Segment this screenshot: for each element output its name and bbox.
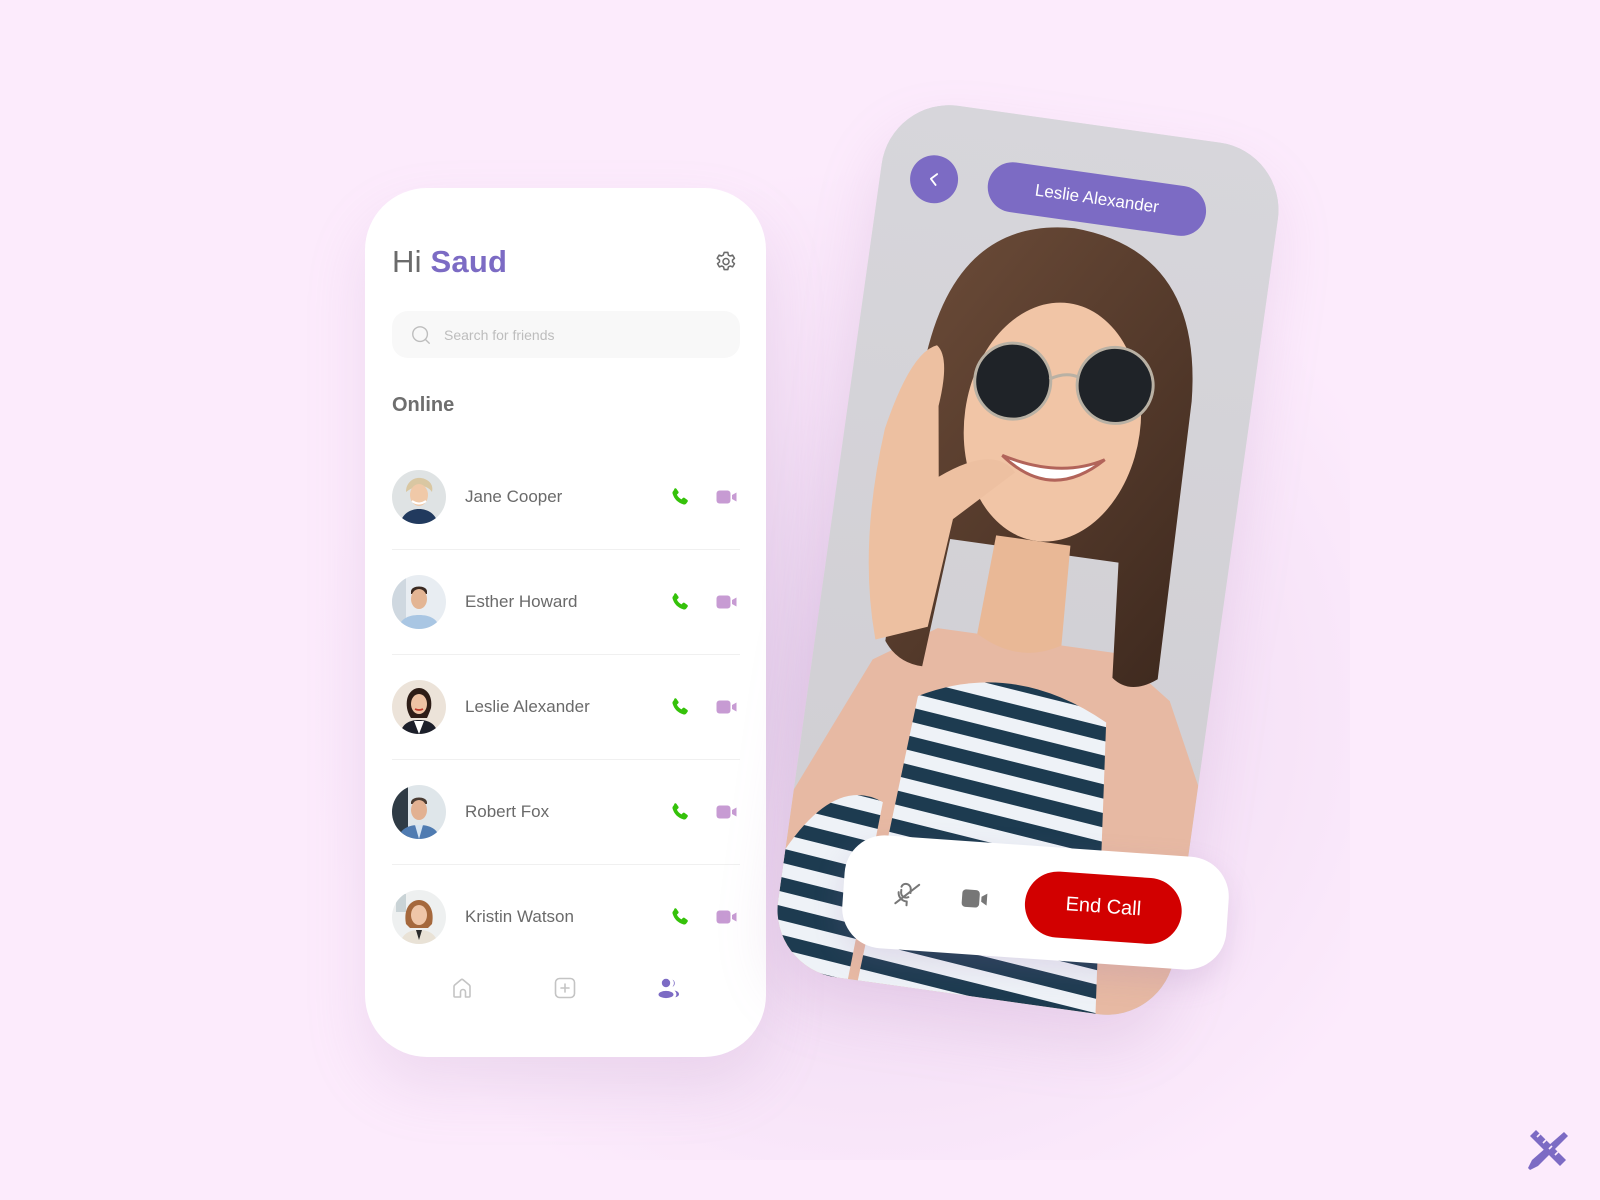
contact-name: Leslie Alexander bbox=[465, 697, 590, 716]
phone-icon bbox=[672, 803, 688, 820]
phone-icon bbox=[672, 698, 688, 715]
settings-button[interactable] bbox=[713, 248, 739, 274]
video-camera-icon bbox=[716, 805, 737, 819]
voice-call-button[interactable] bbox=[667, 484, 693, 510]
end-call-button[interactable]: End Call bbox=[1022, 868, 1184, 946]
contact-list: Jane Cooper Esther Howard Leslie Alexand… bbox=[392, 444, 740, 969]
video-camera-icon bbox=[961, 888, 988, 908]
greeting: Hi Saud bbox=[392, 244, 507, 280]
camera-toggle-button[interactable] bbox=[956, 879, 994, 917]
search-icon bbox=[412, 325, 430, 344]
voice-call-button[interactable] bbox=[667, 589, 693, 615]
nav-home[interactable] bbox=[447, 973, 477, 1003]
video-camera-icon bbox=[716, 910, 737, 924]
search-bar[interactable] bbox=[392, 311, 740, 358]
voice-call-button[interactable] bbox=[667, 904, 693, 930]
avatar bbox=[392, 890, 446, 944]
user-name: Saud bbox=[430, 244, 508, 279]
avatar bbox=[392, 469, 446, 524]
voice-call-button[interactable] bbox=[667, 799, 693, 825]
contacts-screen: Hi Saud Online Jane Coo bbox=[365, 188, 766, 1057]
video-call-button[interactable] bbox=[714, 484, 740, 510]
video-call-button[interactable] bbox=[714, 799, 740, 825]
contact-name: Kristin Watson bbox=[465, 907, 574, 926]
video-camera-icon bbox=[716, 700, 737, 714]
video-call-button[interactable] bbox=[714, 904, 740, 930]
contact-name: Robert Fox bbox=[465, 802, 550, 821]
voice-call-button[interactable] bbox=[667, 694, 693, 720]
plus-square-icon bbox=[555, 977, 576, 999]
mute-button[interactable] bbox=[888, 874, 926, 912]
search-input[interactable] bbox=[444, 326, 724, 343]
users-icon bbox=[658, 978, 680, 999]
phone-icon bbox=[672, 487, 688, 505]
microphone-off-icon bbox=[894, 882, 921, 906]
avatar bbox=[392, 680, 446, 734]
gear-icon bbox=[716, 251, 736, 271]
video-camera-icon bbox=[716, 490, 737, 503]
nav-add[interactable] bbox=[550, 973, 580, 1003]
section-title-online: Online bbox=[392, 394, 455, 416]
nav-friends[interactable] bbox=[654, 973, 684, 1003]
contact-row[interactable]: Kristin Watson bbox=[392, 864, 740, 969]
ruler-pencil-logo-icon bbox=[1528, 1130, 1568, 1170]
video-call-button[interactable] bbox=[714, 694, 740, 720]
contact-row[interactable]: Robert Fox bbox=[392, 759, 740, 864]
greeting-prefix: Hi bbox=[392, 244, 422, 279]
bottom-nav bbox=[365, 973, 766, 1003]
chevron-left-icon bbox=[929, 173, 939, 186]
video-camera-icon bbox=[716, 595, 737, 609]
contact-row[interactable]: Esther Howard bbox=[392, 549, 740, 654]
avatar bbox=[392, 785, 446, 839]
contact-name: Jane Cooper bbox=[465, 486, 563, 506]
phone-icon bbox=[672, 908, 688, 925]
video-call-button[interactable] bbox=[714, 589, 740, 615]
home-icon bbox=[453, 978, 471, 998]
phone-icon bbox=[672, 593, 688, 610]
contact-name: Esther Howard bbox=[465, 592, 578, 611]
avatar bbox=[392, 575, 446, 629]
contact-row[interactable]: Leslie Alexander bbox=[392, 654, 740, 759]
contact-row[interactable]: Jane Cooper bbox=[392, 444, 740, 549]
